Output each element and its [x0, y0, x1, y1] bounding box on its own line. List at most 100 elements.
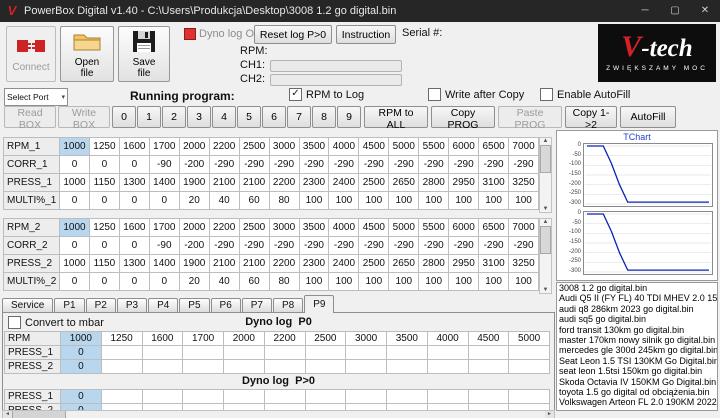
file-list-item[interactable]: Seat Leon 1.5 TSI 130KM Go Digital.bin [557, 356, 717, 366]
value-cell[interactable]: -90 [148, 155, 180, 174]
value-cell[interactable]: 3500 [386, 331, 428, 346]
value-cell[interactable]: 2200 [263, 331, 306, 346]
value-cell[interactable]: 5000 [388, 218, 420, 237]
value-cell[interactable]: 3000 [268, 218, 300, 237]
instruction-button[interactable]: Instruction [336, 25, 396, 44]
value-cell[interactable] [304, 345, 347, 360]
value-cell[interactable]: 2100 [208, 254, 240, 273]
value-cell[interactable]: 100 [358, 191, 390, 210]
value-cell[interactable]: 100 [478, 191, 510, 210]
value-cell[interactable] [223, 345, 265, 360]
value-cell[interactable]: 2300 [298, 254, 330, 273]
copy-prog-button[interactable]: Copy PROG [431, 106, 495, 131]
value-cell[interactable]: 2950 [448, 173, 480, 192]
value-cell[interactable]: 2500 [238, 137, 270, 156]
minimize-button[interactable]: ─ [630, 0, 660, 22]
file-list-item[interactable]: audi sq5 go digital.bin [557, 314, 717, 324]
value-cell[interactable]: -290 [478, 236, 510, 255]
value-cell[interactable]: 20 [178, 272, 210, 291]
value-cell[interactable]: 0 [59, 191, 90, 210]
value-cell[interactable]: -290 [268, 236, 300, 255]
tab-p8[interactable]: P8 [273, 298, 304, 313]
value-cell[interactable]: -290 [298, 236, 330, 255]
vertical-scrollbar[interactable]: ▲ ▼ [539, 218, 552, 294]
scroll-up-icon[interactable]: ▲ [543, 138, 549, 144]
value-cell[interactable]: 100 [388, 191, 420, 210]
value-cell[interactable]: 0 [118, 272, 150, 291]
tab-p7[interactable]: P7 [241, 298, 272, 313]
digit-button-0[interactable]: 0 [112, 106, 136, 128]
value-cell[interactable] [467, 359, 510, 374]
checkbox-write-after-copy[interactable]: Write after Copy [428, 88, 524, 101]
value-cell[interactable]: -90 [148, 236, 180, 255]
value-cell[interactable] [386, 345, 428, 360]
scrollbar-track[interactable] [66, 411, 545, 418]
value-cell[interactable] [182, 345, 224, 360]
value-cell[interactable]: 1250 [88, 137, 120, 156]
value-cell[interactable]: 2200 [208, 137, 240, 156]
value-cell[interactable]: 2650 [388, 254, 420, 273]
file-list-item[interactable]: mercedes gle 300d 245km go digital.bin [557, 345, 717, 355]
value-cell[interactable]: 3000 [268, 137, 300, 156]
value-cell[interactable]: 4500 [358, 137, 390, 156]
file-list-item[interactable]: Audi Q5 II (FY FL) 40 TDI MHEV 2.0 150kW… [557, 293, 717, 303]
value-cell[interactable]: 0 [60, 359, 102, 374]
value-cell[interactable]: 100 [388, 272, 420, 291]
value-cell[interactable]: 100 [448, 272, 480, 291]
value-cell[interactable]: 5000 [508, 331, 550, 346]
value-cell[interactable] [467, 345, 510, 360]
value-cell[interactable]: 3500 [298, 218, 330, 237]
value-cell[interactable]: 1400 [148, 173, 180, 192]
value-cell[interactable]: 1000 [59, 254, 90, 273]
value-cell[interactable]: 2100 [238, 254, 270, 273]
value-cell[interactable]: -290 [358, 155, 390, 174]
paste-prog-button[interactable]: Paste PROG [498, 106, 562, 131]
value-cell[interactable] [508, 359, 550, 374]
value-cell[interactable] [426, 345, 469, 360]
digit-button-7[interactable]: 7 [287, 106, 311, 128]
file-list-item[interactable]: audi q8 286km 2023 go digital.bin [557, 304, 717, 314]
value-cell[interactable]: 4000 [328, 218, 360, 237]
value-cell[interactable] [304, 359, 347, 374]
value-cell[interactable] [141, 389, 184, 404]
value-cell[interactable] [508, 345, 550, 360]
value-cell[interactable] [223, 359, 265, 374]
value-cell[interactable]: 100 [418, 191, 450, 210]
value-cell[interactable]: 7000 [508, 218, 539, 237]
value-cell[interactable] [182, 359, 224, 374]
scrollbar-thumb[interactable] [540, 145, 551, 173]
value-cell[interactable] [263, 389, 306, 404]
value-cell[interactable]: 0 [88, 236, 120, 255]
tab-p6[interactable]: P6 [210, 298, 241, 313]
file-list-item[interactable]: Volkswagen Arteon FL 2.0 190KM 2022 Go D… [557, 397, 717, 407]
value-cell[interactable]: -290 [328, 155, 360, 174]
value-cell[interactable]: 0 [148, 272, 180, 291]
value-cell[interactable]: -290 [418, 155, 450, 174]
value-cell[interactable] [386, 389, 428, 404]
value-cell[interactable]: 0 [118, 236, 150, 255]
value-cell[interactable]: -290 [388, 155, 420, 174]
value-cell[interactable]: 5500 [418, 218, 450, 237]
value-cell[interactable]: 2300 [298, 173, 330, 192]
tab-p1[interactable]: P1 [54, 298, 85, 313]
value-cell[interactable]: -290 [418, 236, 450, 255]
value-cell[interactable] [141, 359, 184, 374]
value-cell[interactable]: 1000 [59, 173, 90, 192]
value-cell[interactable]: 0 [59, 155, 90, 174]
value-cell[interactable]: 0 [148, 191, 180, 210]
value-cell[interactable] [426, 389, 469, 404]
value-cell[interactable] [141, 345, 184, 360]
tab-p5[interactable]: P5 [179, 298, 210, 313]
file-list-item[interactable]: toyota 1.5 go digital od obciążenia.bin [557, 387, 717, 397]
value-cell[interactable]: 1600 [141, 331, 184, 346]
value-cell[interactable]: 6500 [478, 137, 510, 156]
value-cell[interactable]: 2800 [418, 173, 450, 192]
tab-p4[interactable]: P4 [148, 298, 179, 313]
value-cell[interactable]: 100 [508, 272, 539, 291]
value-cell[interactable]: -290 [208, 155, 240, 174]
digit-button-9[interactable]: 9 [337, 106, 361, 128]
value-cell[interactable] [386, 359, 428, 374]
tab-p2[interactable]: P2 [85, 298, 116, 313]
value-cell[interactable]: 40 [208, 191, 240, 210]
value-cell[interactable]: 0 [88, 272, 120, 291]
